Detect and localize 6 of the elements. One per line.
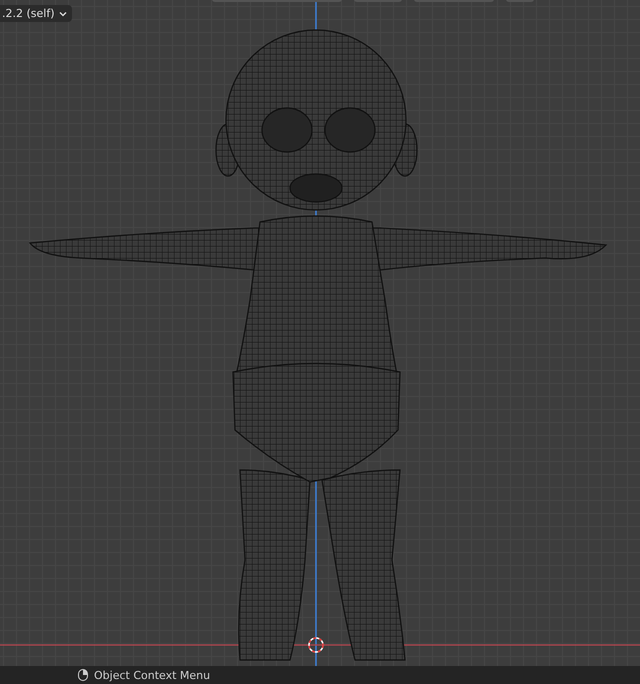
collection-dropdown[interactable]: .2.2 (self) xyxy=(0,5,72,22)
caret-icon xyxy=(58,10,66,16)
3d-cursor-icon[interactable] xyxy=(308,637,324,653)
viewport-grid[interactable]: .2.2 (self) xyxy=(0,0,640,666)
mouse-icon xyxy=(78,669,88,681)
status-hint: Object Context Menu xyxy=(94,668,210,682)
